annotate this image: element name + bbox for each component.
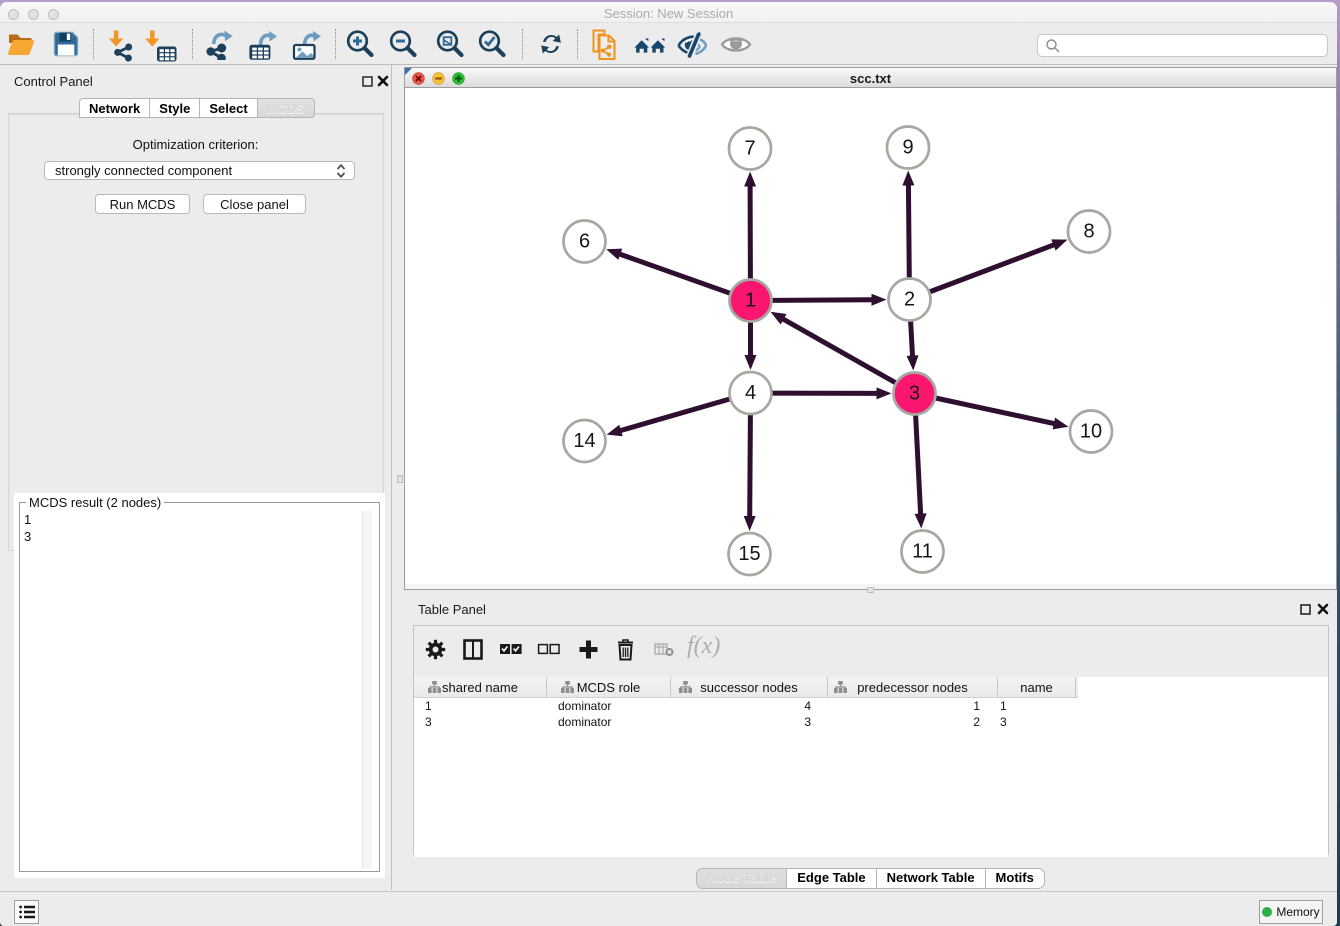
svg-text:11: 11 (912, 541, 933, 563)
svg-text:14: 14 (573, 430, 595, 452)
svg-text:8: 8 (1083, 221, 1094, 243)
svg-text:15: 15 (738, 543, 760, 565)
svg-text:1: 1 (745, 290, 756, 312)
svg-text:9: 9 (902, 137, 913, 159)
svg-text:3: 3 (909, 383, 920, 405)
svg-text:2: 2 (904, 289, 915, 311)
svg-text:10: 10 (1080, 421, 1102, 443)
svg-text:7: 7 (744, 138, 755, 160)
svg-text:4: 4 (745, 382, 756, 404)
svg-text:6: 6 (579, 231, 590, 253)
